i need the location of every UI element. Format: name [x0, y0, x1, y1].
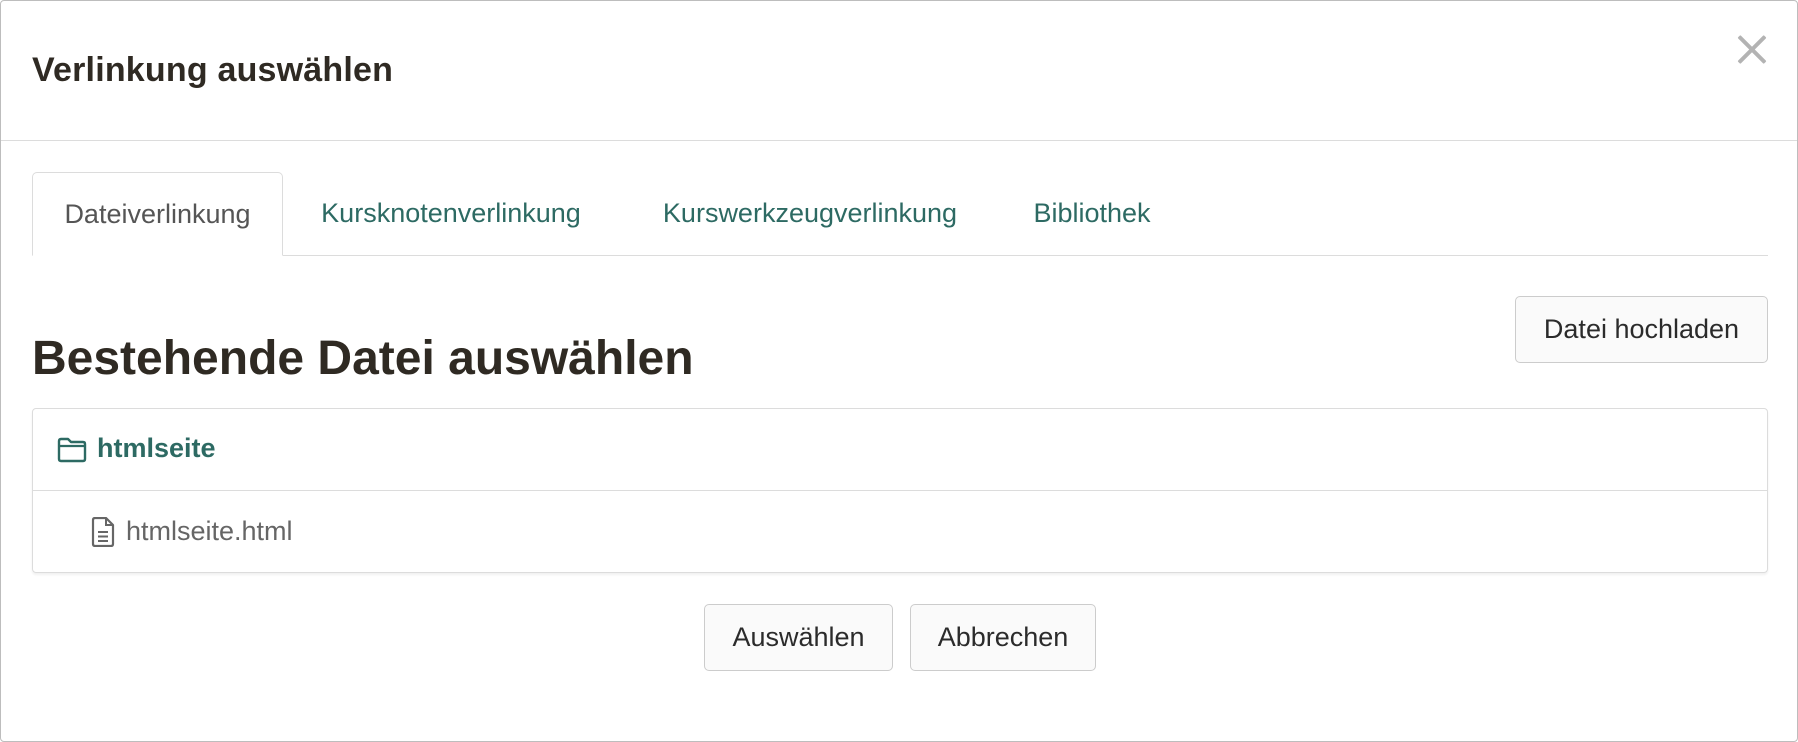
tab-course-node-link[interactable]: Kursknotenverlinkung	[301, 172, 601, 254]
select-button[interactable]: Auswählen	[704, 604, 893, 671]
file-tree: htmlseite htmlseite.html	[32, 408, 1768, 573]
dialog-title: Verlinkung auswählen	[32, 51, 394, 89]
upload-file-button[interactable]: Datei hochladen	[1515, 296, 1768, 363]
folder-label[interactable]: htmlseite	[97, 433, 216, 464]
section-title: Bestehende Datei auswählen	[32, 332, 694, 385]
tab-course-tool-link[interactable]: Kurswerkzeugverlinkung	[645, 172, 975, 254]
cancel-button[interactable]: Abbrechen	[910, 604, 1096, 671]
tree-file-row[interactable]: htmlseite.html	[33, 491, 1767, 572]
tree-folder-row[interactable]: htmlseite	[33, 409, 1767, 491]
close-icon[interactable]	[1733, 31, 1769, 67]
file-label[interactable]: htmlseite.html	[126, 516, 293, 547]
tab-bar: Dateiverlinkung Kursknotenverlinkung Kur…	[32, 172, 1768, 256]
dialog-header: Verlinkung auswählen	[1, 1, 1797, 141]
folder-icon	[57, 437, 87, 463]
tab-library[interactable]: Bibliothek	[1017, 172, 1167, 254]
tab-file-link[interactable]: Dateiverlinkung	[32, 172, 283, 256]
file-text-icon	[91, 517, 115, 547]
link-dialog: Verlinkung auswählen Dateiverlinkung Kur…	[0, 0, 1798, 742]
